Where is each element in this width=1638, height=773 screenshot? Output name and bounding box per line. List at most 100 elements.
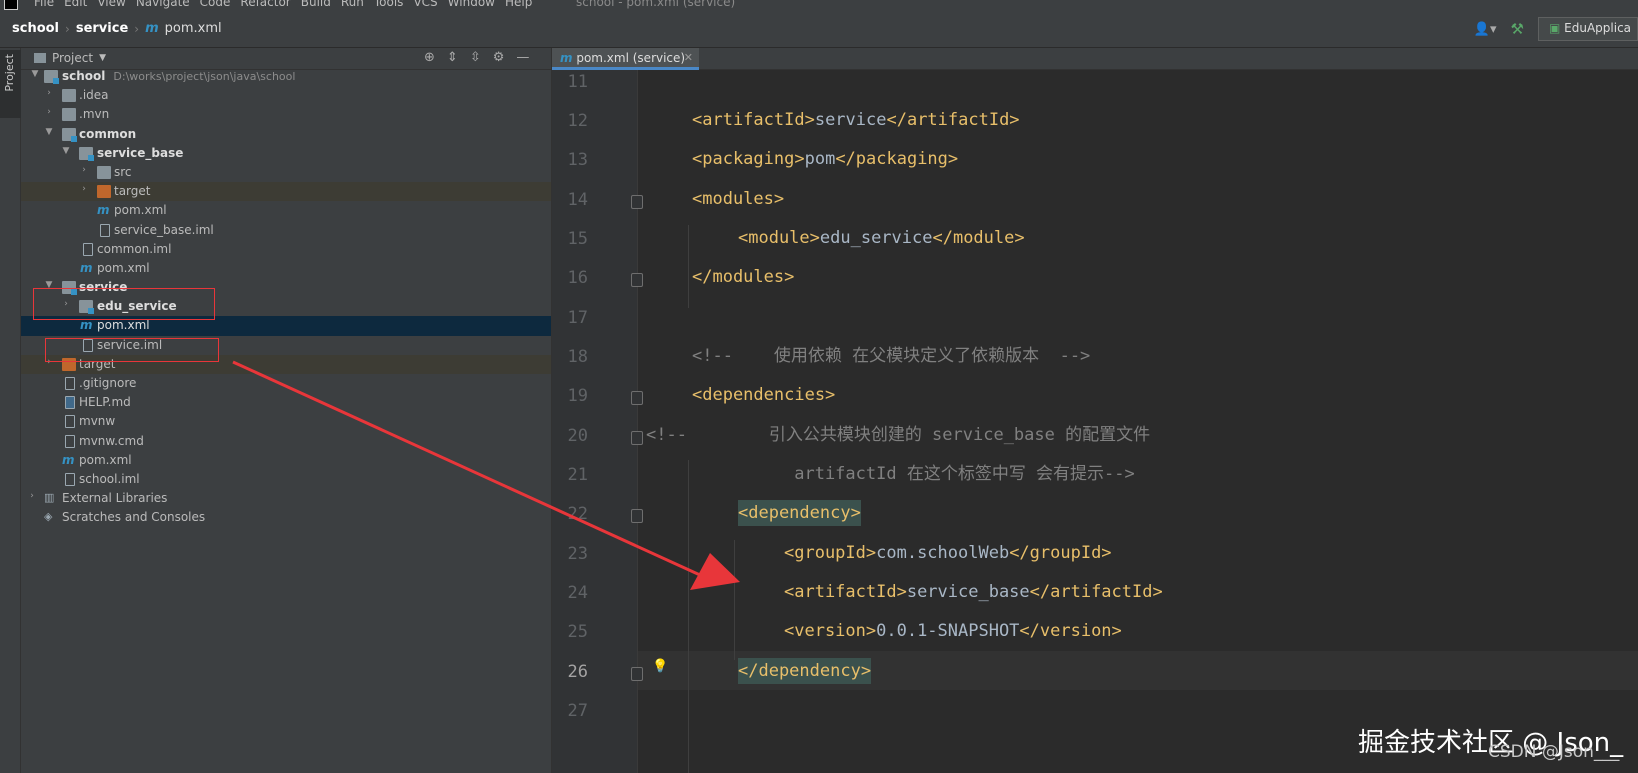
- project-path: D:\works\project\json\java\school: [113, 70, 296, 83]
- tree-item-gitignore[interactable]: .gitignore: [21, 374, 551, 393]
- project-view-title[interactable]: Project: [52, 51, 93, 65]
- chevron-right-icon[interactable]: ›: [44, 107, 54, 117]
- tree-item-label: Scratches and Consoles: [62, 510, 206, 525]
- code-line-24: <artifactId>service_base</artifactId>: [784, 579, 1163, 605]
- chevron-right-icon[interactable]: ›: [79, 184, 89, 194]
- line-number: 18: [567, 347, 588, 367]
- xml-tag: </artifactId>: [1029, 582, 1163, 602]
- menu-code[interactable]: Code: [200, 0, 231, 9]
- chevron-down-icon[interactable]: ▼: [61, 146, 71, 156]
- code-line-23: <groupId>com.schoolWeb</groupId>: [784, 540, 1112, 566]
- line-number: 25: [567, 622, 588, 642]
- tree-item-label: target: [114, 184, 151, 199]
- tree-item-label: service_base.iml: [114, 222, 214, 237]
- line-number: 19: [567, 386, 588, 406]
- tree-item-mvnw-cmd[interactable]: mvnw.cmd: [21, 432, 551, 451]
- build-hammer-icon[interactable]: ⚒: [1511, 20, 1524, 38]
- tree-item-iml[interactable]: service_base.iml: [21, 221, 551, 240]
- xml-tag: <module>: [738, 228, 820, 248]
- tree-item-label: pom.xml: [97, 260, 150, 275]
- xml-tag: <groupId>: [784, 543, 877, 563]
- indent-guide: [734, 540, 735, 660]
- chevron-down-icon[interactable]: ▼: [99, 53, 106, 63]
- project-tool-tab[interactable]: Project: [0, 50, 21, 118]
- tree-item-idea[interactable]: › .idea: [21, 86, 551, 105]
- tree-item-iml[interactable]: common.iml: [21, 240, 551, 259]
- tree-item-mvn[interactable]: › .mvn: [21, 105, 551, 124]
- folder-icon: [97, 165, 111, 179]
- expand-all-icon[interactable]: ⇕: [447, 50, 458, 65]
- tree-item-service-base[interactable]: ▼ service_base: [21, 144, 551, 163]
- chevron-down-icon[interactable]: ▼: [30, 69, 40, 79]
- breadcrumb-school[interactable]: school: [12, 21, 59, 36]
- xml-tag: </artifactId>: [886, 110, 1020, 130]
- chevron-down-icon[interactable]: ▼: [44, 127, 54, 137]
- tree-item-label: pom.xml: [97, 318, 150, 333]
- collapse-all-icon[interactable]: ⇳: [470, 50, 481, 65]
- xml-value: service: [814, 110, 887, 130]
- menu-help[interactable]: Help: [505, 0, 532, 9]
- line-number: 21: [567, 465, 588, 485]
- tree-item-target[interactable]: › target: [21, 182, 551, 202]
- tree-item-external-libraries[interactable]: › ▥ External Libraries: [21, 489, 551, 508]
- menu-bar: File Edit View Navigate Code Refactor Bu…: [0, 0, 1638, 11]
- code-line-21: artifactId 在这个标签中写 会有提示-->: [784, 464, 1135, 484]
- tree-item-iml[interactable]: school.iml: [21, 470, 551, 489]
- menu-file[interactable]: File: [34, 0, 54, 9]
- menu-tools[interactable]: Tools: [374, 0, 404, 9]
- markdown-file-icon: [65, 396, 75, 410]
- menu-window[interactable]: Window: [448, 0, 495, 9]
- tree-item-help[interactable]: HELP.md: [21, 393, 551, 412]
- text-file-icon: [65, 434, 75, 448]
- xml-value: edu_service: [819, 228, 933, 248]
- tree-item-common[interactable]: ▼ common: [21, 125, 551, 144]
- tree-item-label: service_base: [97, 145, 184, 160]
- menu-edit[interactable]: Edit: [64, 0, 87, 9]
- breadcrumb-pom[interactable]: pom.xml: [165, 21, 222, 36]
- line-number: 27: [567, 701, 588, 721]
- close-icon[interactable]: ✕: [684, 51, 693, 64]
- run-config-label: EduApplica: [1564, 21, 1632, 35]
- tree-item-label: .idea: [79, 88, 109, 103]
- module-folder-icon: [44, 70, 59, 84]
- breadcrumb-service[interactable]: service: [76, 21, 128, 36]
- folder-icon: [62, 89, 76, 103]
- tree-item-label: common: [79, 126, 137, 141]
- tree-item-pom[interactable]: m pom.xml: [21, 259, 551, 278]
- chevron-right-icon[interactable]: ›: [27, 491, 37, 501]
- code-line-14: <modules>: [692, 189, 785, 209]
- indent-guide: [688, 460, 689, 773]
- tree-item-src[interactable]: › src: [21, 163, 551, 182]
- chevron-right-icon[interactable]: ›: [79, 165, 89, 175]
- user-account-icon[interactable]: 👤▾: [1474, 22, 1497, 37]
- locate-file-icon[interactable]: ⊕: [424, 50, 435, 65]
- editor-tab-pom-service[interactable]: m pom.xml (service) ✕: [552, 48, 699, 70]
- chevron-right-icon: ›: [65, 21, 70, 36]
- chevron-right-icon[interactable]: ›: [44, 88, 54, 98]
- annotation-box-pom: [45, 338, 219, 362]
- menu-build[interactable]: Build: [301, 0, 331, 9]
- menu-refactor[interactable]: Refactor: [240, 0, 290, 9]
- menu-navigate[interactable]: Navigate: [136, 0, 190, 9]
- project-panel: Project ▼ ⊕ ⇕ ⇳ ⚙ — ▼ school D:\works\proj…: [21, 48, 551, 773]
- xml-tag: </packaging>: [835, 149, 959, 169]
- tree-item-pom[interactable]: m pom.xml: [21, 451, 551, 470]
- line-number: 12: [567, 111, 588, 131]
- tree-item-pom[interactable]: m pom.xml: [21, 201, 551, 220]
- intellij-logo-icon: [4, 0, 18, 10]
- menu-items: File Edit View Navigate Code Refactor Bu…: [34, 0, 532, 9]
- maven-file-icon: m: [62, 452, 75, 467]
- gear-icon[interactable]: ⚙: [493, 50, 505, 65]
- hide-icon[interactable]: —: [516, 50, 529, 65]
- tree-item-mvnw[interactable]: mvnw: [21, 412, 551, 431]
- code-line-16: </modules>: [692, 267, 795, 287]
- menu-vcs[interactable]: VCS: [413, 0, 437, 9]
- tree-item-label: pom.xml: [79, 452, 132, 467]
- tree-item-scratches[interactable]: ◈ Scratches and Consoles: [21, 508, 551, 527]
- menu-run[interactable]: Run: [341, 0, 364, 9]
- tree-item-school[interactable]: ▼ school D:\works\project\json\java\schoo…: [21, 67, 551, 86]
- run-configuration-select[interactable]: ▣ EduApplica: [1538, 17, 1638, 41]
- maven-file-icon: m: [80, 318, 93, 333]
- code-content[interactable]: <artifactId>service</artifactId> <packag…: [638, 70, 1638, 773]
- menu-view[interactable]: View: [97, 0, 125, 9]
